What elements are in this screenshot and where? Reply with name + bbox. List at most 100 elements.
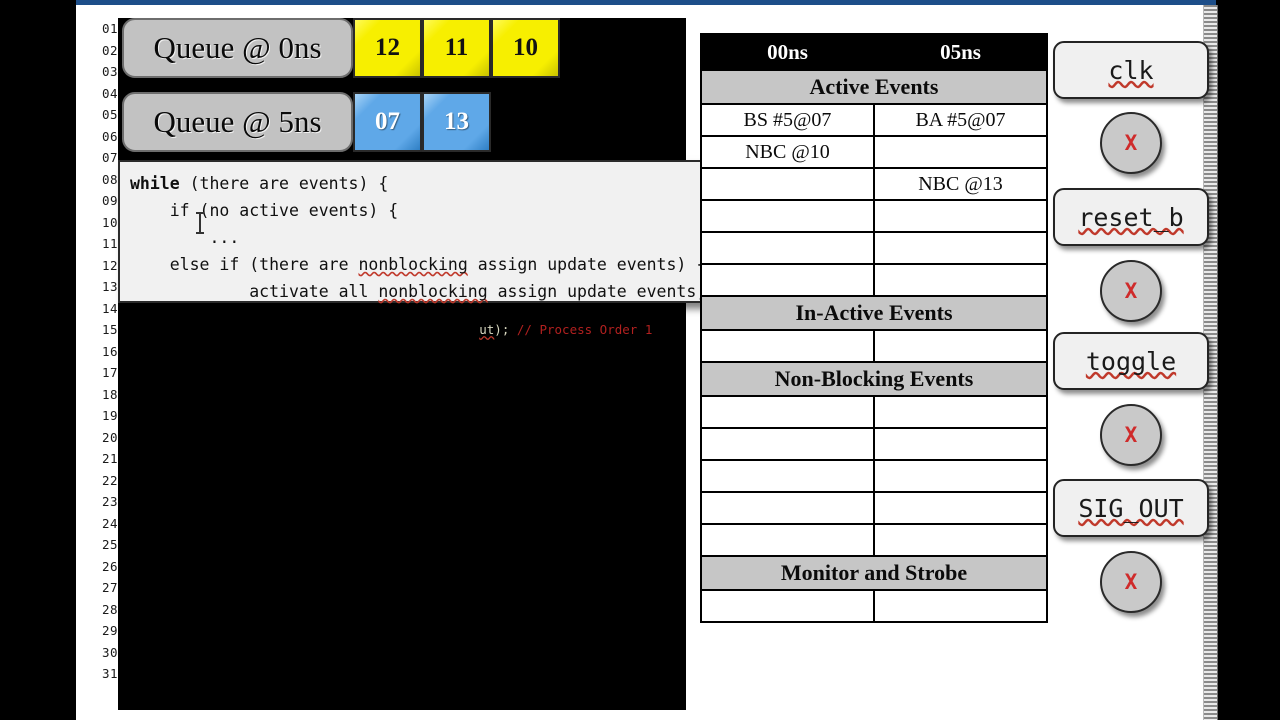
line-number: 12 <box>101 257 118 273</box>
table-row <box>700 231 1048 265</box>
signal-value-x-clk[interactable]: X <box>1100 112 1162 174</box>
section-header-row: Active Events <box>700 69 1048 105</box>
event-cell <box>873 199 1048 233</box>
pseudocode-line-5c: assign update events;} <box>487 282 717 301</box>
table-row <box>700 329 1048 363</box>
pseudocode-line-4b: nonblocking <box>358 255 468 274</box>
line-number: 27 <box>101 580 118 595</box>
signal-pill-reset-b-label: reset_b <box>1078 202 1184 232</box>
line-number: 20 <box>101 429 118 445</box>
signal-pill-clk-label: clk <box>1108 55 1154 85</box>
queue-5ns-cell: 13 <box>422 92 491 152</box>
line-number: 09 <box>101 193 118 208</box>
event-cell <box>873 329 1048 363</box>
table-row <box>700 589 1048 623</box>
signal-value-x-reset-b[interactable]: X <box>1100 260 1162 322</box>
line-number: 28 <box>101 601 118 617</box>
table-row <box>700 199 1048 233</box>
pseudocode-line-4c: assign update events) { <box>467 255 707 274</box>
editor-gutter: 01 02 03 04 05 06 07 08 09 10 11 12 13 1… <box>80 18 118 710</box>
pseudocode-line-2: if (no active events) { <box>130 201 399 220</box>
line-number: 26 <box>101 558 118 574</box>
event-cell <box>700 231 875 265</box>
queue-0ns-cell: 10 <box>491 18 560 78</box>
signal-value-x-sig-out[interactable]: X <box>1100 551 1162 613</box>
pseudocode-keyword-while: while <box>130 174 180 193</box>
section-header-row: Non-Blocking Events <box>700 361 1048 397</box>
section-header-row: In-Active Events <box>700 295 1048 331</box>
line-number: 25 <box>101 537 118 552</box>
event-cell <box>873 491 1048 525</box>
event-cell <box>873 459 1048 493</box>
event-cell <box>700 329 875 363</box>
text-cursor-icon <box>196 212 204 234</box>
queue-0ns: Queue @ 0ns 12 11 10 <box>122 18 560 78</box>
queue-5ns: Queue @ 5ns 07 13 <box>122 92 491 152</box>
signal-pill-toggle[interactable]: toggle <box>1053 332 1209 390</box>
table-row <box>700 395 1048 429</box>
pseudocode-line-1: (there are events) { <box>179 174 389 193</box>
line-number: 02 <box>101 42 118 58</box>
event-cell <box>873 231 1048 265</box>
event-cell <box>873 135 1048 169</box>
table-row <box>700 491 1048 525</box>
event-cell <box>700 589 875 623</box>
event-cell <box>873 523 1048 557</box>
table-row: NBC @10 <box>700 135 1048 169</box>
signal-pill-reset-b[interactable]: reset_b <box>1053 188 1209 246</box>
signal-value-x-toggle[interactable]: X <box>1100 404 1162 466</box>
pseudocode-line-4a: else if (there are <box>130 255 359 274</box>
line-number: 11 <box>101 236 118 251</box>
queue-5ns-label: Queue @ 5ns <box>122 92 353 152</box>
line-number: 24 <box>101 515 118 531</box>
line-number: 01 <box>101 21 118 36</box>
queue-5ns-cell: 07 <box>353 92 422 152</box>
line-number: 04 <box>101 85 118 101</box>
signal-value-x-reset-b-label: X <box>1124 279 1138 303</box>
line-number: 05 <box>101 107 118 122</box>
signal-pill-toggle-label: toggle <box>1085 346 1177 376</box>
event-cell <box>873 395 1048 429</box>
table-row <box>700 523 1048 557</box>
event-cell: NBC @13 <box>873 167 1048 201</box>
pseudocode-line-5b: nonblocking <box>378 282 488 301</box>
section-title-active-events: Active Events <box>700 69 1048 105</box>
column-header-05ns: 05ns <box>873 33 1048 71</box>
line-number: 23 <box>101 494 118 509</box>
signal-pill-sig-out[interactable]: SIG_OUT <box>1053 479 1209 537</box>
event-cell: BS #5@07 <box>700 103 875 137</box>
queue-0ns-cell: 11 <box>422 18 491 78</box>
column-header-00ns: 00ns <box>700 33 875 71</box>
signal-pill-sig-out-label: SIG_OUT <box>1078 493 1184 523</box>
table-row <box>700 459 1048 493</box>
line-number: 13 <box>101 279 118 294</box>
event-cell <box>700 459 875 493</box>
signal-value-x-sig-out-label: X <box>1124 570 1138 594</box>
signal-pill-clk[interactable]: clk <box>1053 41 1209 99</box>
section-title-monitor-and-strobe: Monitor and Strobe <box>700 555 1048 591</box>
line-number: 29 <box>101 623 118 638</box>
line-number: 16 <box>101 343 118 359</box>
section-title-inactive-events: In-Active Events <box>700 295 1048 331</box>
event-cell <box>700 167 875 201</box>
event-cell: NBC @10 <box>700 135 875 169</box>
line-number: 03 <box>101 64 118 79</box>
line-number: 17 <box>101 365 118 380</box>
line-number: 30 <box>101 644 118 660</box>
event-cell <box>700 199 875 233</box>
event-queue-table: 00ns 05ns Active Events BS #5@07 BA #5@0… <box>700 33 1048 623</box>
event-cell <box>700 491 875 525</box>
line-number: 18 <box>101 386 118 402</box>
line-number: 22 <box>101 472 118 488</box>
section-header-row: Monitor and Strobe <box>700 555 1048 591</box>
window-accent-bar <box>76 0 1216 5</box>
table-row: BS #5@07 BA #5@07 <box>700 103 1048 137</box>
line-number: 06 <box>101 128 118 144</box>
event-cell <box>700 523 875 557</box>
